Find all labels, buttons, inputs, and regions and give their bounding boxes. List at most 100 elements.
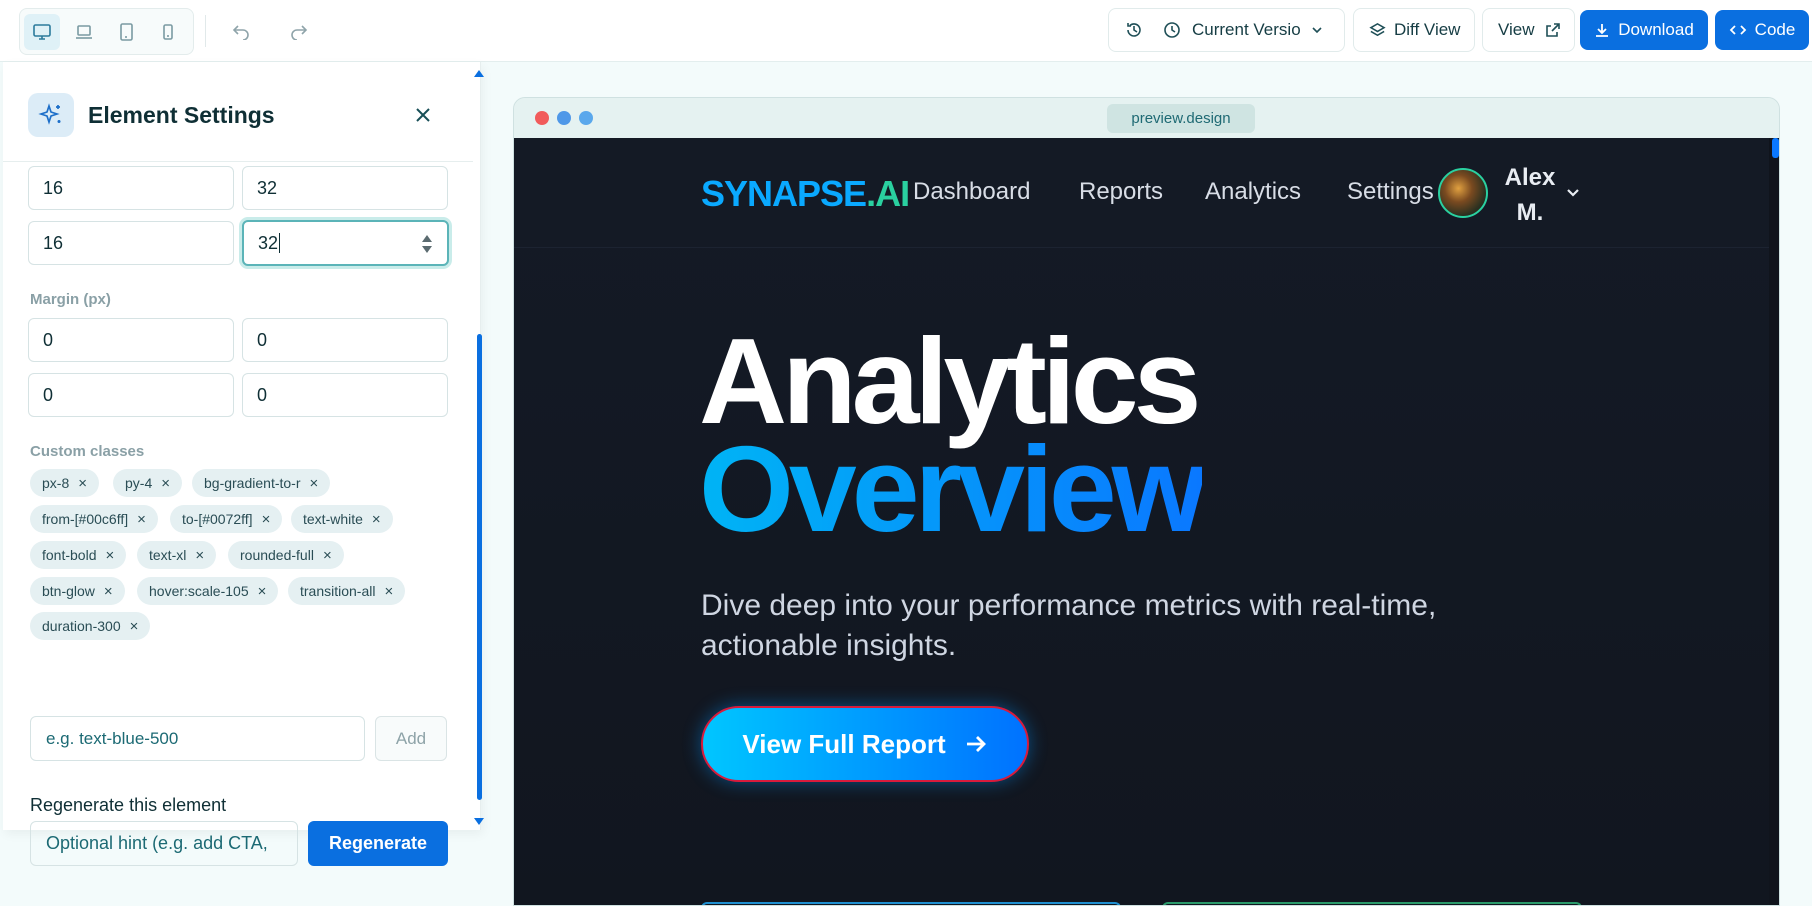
layers-icon: [1369, 22, 1386, 36]
regenerate-button[interactable]: Regenerate: [308, 821, 448, 866]
nav-link-dashboard[interactable]: Dashboard: [913, 178, 1030, 206]
version-selector[interactable]: Current Version: [1108, 8, 1345, 52]
cta-label: View Full Report: [742, 728, 946, 759]
redo-button[interactable]: [283, 15, 315, 47]
remove-tag-icon[interactable]: ×: [384, 583, 393, 600]
class-tag: duration-300 ×: [30, 612, 151, 640]
regenerate-hint-input[interactable]: Optional hint (e.g. add CTA,: [30, 821, 298, 866]
remove-tag-icon[interactable]: ×: [323, 547, 332, 564]
undo-button[interactable]: [225, 15, 257, 47]
hero-headline-line2: Overview: [699, 421, 1207, 557]
remove-tag-icon[interactable]: ×: [104, 583, 113, 600]
window-maximize-dot: [579, 111, 593, 125]
diff-view-button[interactable]: Diff View: [1353, 8, 1475, 52]
diff-view-label: Diff View: [1394, 20, 1461, 39]
view-button[interactable]: View: [1482, 8, 1575, 52]
code-button[interactable]: Code: [1715, 10, 1809, 50]
margin-bottom-field[interactable]: 0: [28, 373, 234, 417]
custom-classes-label: Custom classes: [30, 443, 145, 460]
panel-title: Element Settings: [88, 102, 275, 128]
class-tag: px-8 ×: [30, 469, 99, 497]
history-icon: [1127, 23, 1141, 37]
download-label: Download: [1618, 20, 1694, 39]
class-tag: rounded-full ×: [228, 541, 344, 569]
remove-tag-icon[interactable]: ×: [130, 618, 139, 635]
margin-top-field[interactable]: 0: [28, 318, 234, 362]
remove-tag-icon[interactable]: ×: [78, 475, 87, 492]
remove-tag-icon[interactable]: ×: [310, 475, 319, 492]
view-full-report-button[interactable]: View Full Report: [701, 706, 1029, 782]
add-class-button[interactable]: Add: [375, 716, 447, 761]
preview-scroll-thumb[interactable]: [1772, 138, 1779, 158]
mobile-icon: [163, 23, 173, 40]
add-class-input[interactable]: e.g. text-blue-500: [30, 716, 365, 761]
scroll-up-arrow-icon[interactable]: [474, 70, 484, 77]
class-tag: from-[#00c6ff] ×: [30, 505, 158, 533]
desktop-view-button[interactable]: [24, 13, 60, 50]
download-button[interactable]: Download: [1580, 10, 1708, 50]
padding-top-field[interactable]: 16: [28, 166, 234, 210]
nav-link-settings[interactable]: Settings: [1347, 178, 1434, 206]
sparkles-icon: [28, 93, 74, 137]
laptop-view-button[interactable]: [66, 14, 102, 50]
class-tag: to-[#0072ff] ×: [170, 505, 283, 533]
site-logo[interactable]: SYNAPSE.AI: [701, 173, 910, 215]
number-spinner-icon[interactable]: [421, 233, 433, 255]
device-switcher: [19, 8, 194, 55]
close-panel-button[interactable]: [408, 100, 438, 130]
code-label: Code: [1754, 20, 1796, 39]
class-tag: bg-gradient-to-r ×: [192, 469, 331, 497]
regenerate-heading: Regenerate this element: [30, 795, 227, 815]
element-settings-panel: Element Settings 16 32 16 32 Margin (px)…: [3, 62, 484, 866]
preview-window: preview.design SYNAPSE.AI Dashboard Repo…: [513, 97, 1780, 906]
padding-left-field[interactable]: 32: [242, 220, 449, 266]
tablet-icon: [120, 22, 133, 41]
version-label: Current Version: [1192, 20, 1300, 39]
preview-scrollbar[interactable]: [1769, 138, 1779, 905]
chevron-down-icon: [1312, 27, 1322, 34]
padding-right-field[interactable]: 32: [242, 166, 448, 210]
class-tag: text-xl ×: [137, 541, 217, 569]
top-toolbar: Current Version Diff View View Download …: [0, 0, 1812, 62]
user-menu-chevron-icon[interactable]: [1564, 183, 1582, 206]
hero-subtext: Dive deep into your performance metrics …: [701, 589, 1437, 662]
mobile-view-button[interactable]: [150, 14, 186, 50]
class-tag: text-white ×: [291, 505, 393, 533]
margin-left-field[interactable]: 0: [242, 373, 448, 417]
class-tag: hover:scale-105 ×: [137, 577, 279, 605]
download-icon: [1596, 24, 1609, 37]
stat-card-edge: [701, 902, 1121, 905]
close-icon: [416, 108, 430, 122]
clock-icon: [1164, 22, 1180, 38]
view-label: View: [1498, 20, 1535, 39]
remove-tag-icon[interactable]: ×: [258, 583, 267, 600]
external-link-icon: [1545, 23, 1560, 37]
desktop-icon: [33, 23, 51, 40]
code-icon: [1729, 25, 1746, 35]
nav-link-reports[interactable]: Reports: [1079, 178, 1163, 206]
tablet-view-button[interactable]: [108, 14, 144, 50]
scroll-down-arrow-icon[interactable]: [474, 818, 484, 825]
laptop-icon: [76, 24, 92, 39]
preview-site: SYNAPSE.AI Dashboard Reports Analytics S…: [514, 138, 1779, 905]
padding-bottom-field[interactable]: 16: [28, 221, 234, 265]
class-tag: font-bold ×: [30, 541, 127, 569]
margin-right-field[interactable]: 0: [242, 318, 448, 362]
browser-chrome: preview.design: [514, 98, 1779, 138]
site-navbar: SYNAPSE.AI Dashboard Reports Analytics S…: [514, 138, 1769, 248]
panel-scroll-thumb[interactable]: [477, 334, 482, 800]
panel-header: Element Settings: [3, 62, 473, 162]
remove-tag-icon[interactable]: ×: [372, 511, 381, 528]
stat-card-edge: [1162, 902, 1582, 905]
remove-tag-icon[interactable]: ×: [195, 547, 204, 564]
user-name[interactable]: Alex M.: [1504, 160, 1556, 230]
undo-icon: [232, 25, 249, 40]
text-caret: [279, 233, 281, 253]
nav-link-analytics[interactable]: Analytics: [1205, 178, 1301, 206]
remove-tag-icon[interactable]: ×: [105, 547, 114, 564]
arrow-right-icon: [966, 736, 986, 752]
remove-tag-icon[interactable]: ×: [161, 475, 170, 492]
remove-tag-icon[interactable]: ×: [262, 511, 271, 528]
remove-tag-icon[interactable]: ×: [137, 511, 146, 528]
avatar[interactable]: [1438, 168, 1488, 218]
